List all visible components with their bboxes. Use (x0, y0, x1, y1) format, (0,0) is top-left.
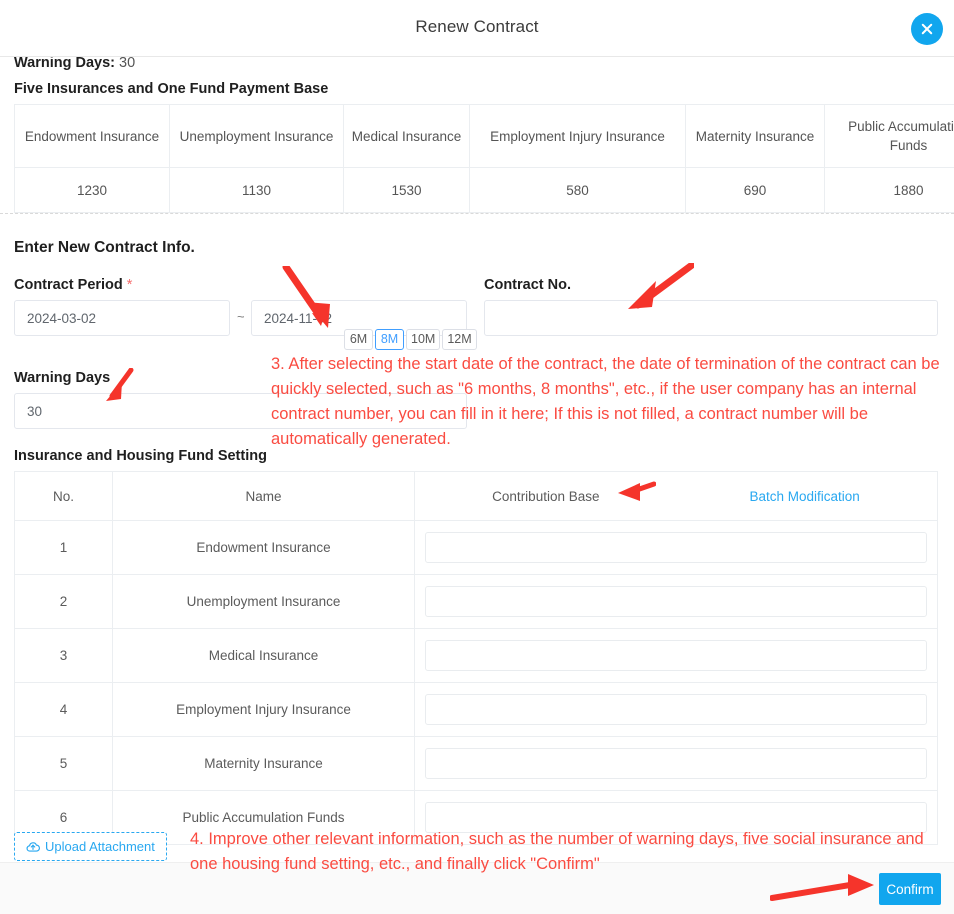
table-row: 1 Endowment Insurance (14, 520, 938, 575)
table-row: 1230 1130 1530 580 690 1880 (14, 167, 954, 213)
payment-base-col-public-funds: Public Accumulation Funds (824, 104, 954, 168)
payment-base-col-endowment: Endowment Insurance (14, 104, 170, 168)
table-row: 3 Medical Insurance (14, 628, 938, 683)
quick-month-group: 6M 8M 10M 12M (344, 329, 477, 350)
row-name-4: Employment Injury Insurance (112, 682, 415, 737)
row-no-3: 3 (14, 628, 113, 683)
page-title: Renew Contract (415, 17, 539, 36)
contract-period-label: Contract Period * (14, 277, 132, 293)
column-header-contribution-base: Contribution Base Batch Modification (414, 471, 938, 521)
quick-month-12m[interactable]: 12M (442, 329, 477, 350)
payment-base-value-unemployment: 1130 (169, 167, 344, 213)
row-no-5: 5 (14, 736, 113, 791)
row-no-1: 1 (14, 520, 113, 575)
payment-base-table: Endowment Insurance Unemployment Insuran… (14, 104, 954, 213)
contribution-base-input-3[interactable] (425, 640, 927, 671)
payment-base-col-maternity: Maternity Insurance (685, 104, 825, 168)
warning-days-input[interactable] (14, 393, 467, 429)
contribution-base-input-6[interactable] (425, 802, 927, 833)
existing-warning-days-value: 30 (119, 57, 136, 71)
upload-attachment-label: Upload Attachment (45, 839, 155, 854)
payment-base-col-medical: Medical Insurance (343, 104, 470, 168)
table-header-row: No. Name Contribution Base Batch Modific… (14, 471, 938, 521)
table-row: 5 Maternity Insurance (14, 736, 938, 791)
row-name-3: Medical Insurance (112, 628, 415, 683)
cloud-upload-icon (26, 840, 40, 854)
contribution-base-input-2[interactable] (425, 586, 927, 617)
contribution-base-input-5[interactable] (425, 748, 927, 779)
payment-base-value-endowment: 1230 (14, 167, 170, 213)
contribution-base-input-1[interactable] (425, 532, 927, 563)
modal-header: Renew Contract (0, 0, 954, 57)
payment-base-value-maternity: 690 (685, 167, 825, 213)
insurance-setting-heading: Insurance and Housing Fund Setting (14, 448, 267, 464)
table-row: Endowment Insurance Unemployment Insuran… (14, 104, 954, 168)
table-row: 2 Unemployment Insurance (14, 574, 938, 629)
column-header-no: No. (14, 471, 113, 521)
upload-attachment-button[interactable]: Upload Attachment (14, 832, 167, 861)
batch-modification-link[interactable]: Batch Modification (750, 489, 860, 504)
close-icon[interactable] (911, 13, 943, 45)
table-row: 4 Employment Injury Insurance (14, 682, 938, 737)
quick-month-6m[interactable]: 6M (344, 329, 373, 350)
payment-base-col-unemployment: Unemployment Insurance (169, 104, 344, 168)
payment-base-heading: Five Insurances and One Fund Payment Bas… (14, 81, 329, 97)
confirm-button[interactable]: Confirm (879, 873, 941, 905)
contract-no-input[interactable] (484, 300, 938, 336)
existing-warning-days: Warning Days: 30 (14, 57, 135, 71)
row-name-5: Maternity Insurance (112, 736, 415, 791)
contribution-base-input-4[interactable] (425, 694, 927, 725)
contract-no-label: Contract No. (484, 277, 571, 293)
required-mark: * (126, 277, 133, 293)
quick-month-10m[interactable]: 10M (406, 329, 441, 350)
section-divider (0, 213, 954, 214)
contract-period-label-text: Contract Period (14, 277, 123, 293)
payment-base-value-medical: 1530 (343, 167, 470, 213)
payment-base-value-employment-injury: 580 (469, 167, 686, 213)
contribution-base-label: Contribution Base (492, 488, 600, 504)
new-contract-heading: Enter New Contract Info. (14, 239, 195, 256)
warning-days-label: Warning Days (14, 370, 111, 386)
payment-base-value-public-funds: 1880 (824, 167, 954, 213)
payment-base-col-employment-injury: Employment Injury Insurance (469, 104, 686, 168)
row-no-4: 4 (14, 682, 113, 737)
contract-start-date-input[interactable] (14, 300, 230, 336)
insurance-setting-table: No. Name Contribution Base Batch Modific… (14, 471, 938, 845)
modal-body: Warning Days: 30 Five Insurances and One… (0, 57, 954, 862)
quick-month-8m[interactable]: 8M (375, 329, 404, 350)
column-header-name: Name (112, 471, 415, 521)
row-name-2: Unemployment Insurance (112, 574, 415, 629)
row-no-2: 2 (14, 574, 113, 629)
row-name-1: Endowment Insurance (112, 520, 415, 575)
date-range-separator: ~ (237, 309, 245, 324)
modal-footer: Confirm (0, 862, 954, 914)
existing-warning-days-label: Warning Days: (14, 57, 115, 71)
